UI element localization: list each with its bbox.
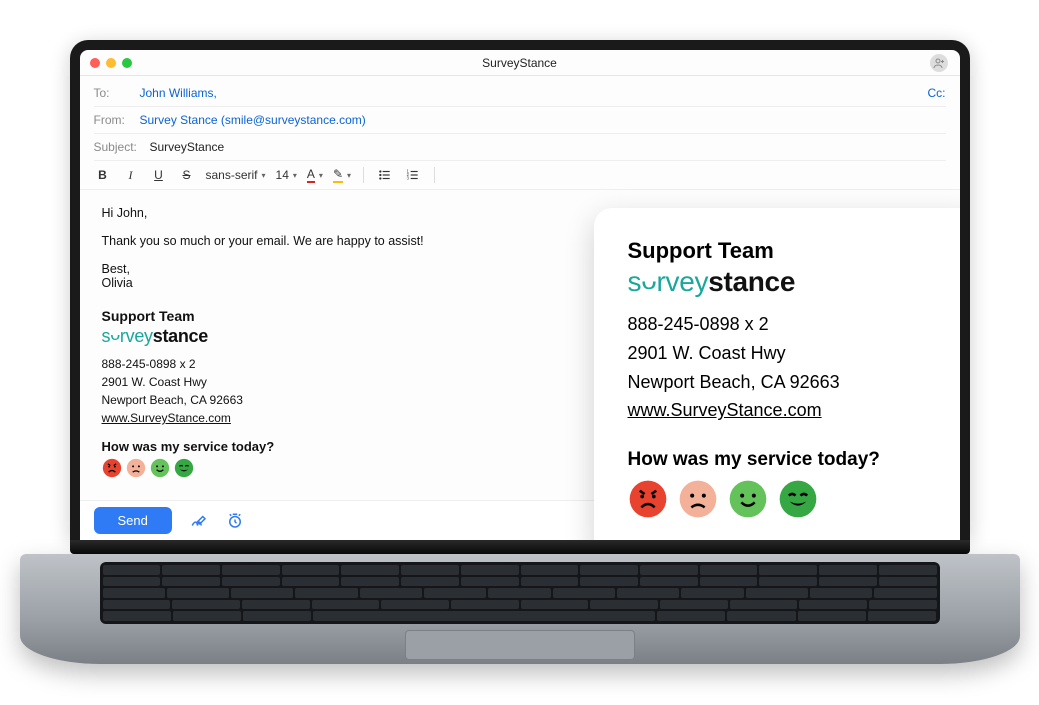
signature-team-name: Support Team [628, 238, 950, 264]
text-color-button[interactable]: A ▾ [307, 167, 323, 183]
signature-address-1: 2901 W. Coast Hwy [628, 339, 950, 368]
very-happy-face-icon[interactable] [778, 479, 818, 522]
from-field-row[interactable]: From: Survey Stance (smile@surveystance.… [94, 107, 946, 134]
signature-contact: 888-245-0898 x 2 2901 W. Coast Hwy Newpo… [628, 310, 950, 425]
svg-text:3: 3 [407, 176, 410, 181]
subject-field-row[interactable]: Subject: SurveyStance [94, 134, 946, 161]
toolbar-separator [434, 167, 435, 183]
text-color-icon: A [307, 167, 315, 183]
subject-label: Subject: [94, 140, 150, 154]
sad-face-icon[interactable] [126, 458, 146, 481]
chevron-down-icon: ▾ [262, 171, 266, 180]
highlight-button[interactable]: ✎ ▾ [333, 167, 351, 183]
to-comma: , [214, 86, 217, 100]
signature-survey-prompt: How was my service today? [628, 449, 950, 471]
underline-button[interactable]: U [150, 166, 168, 184]
signature-icon[interactable] [190, 512, 208, 530]
chevron-down-icon: ▾ [319, 171, 323, 180]
schedule-send-icon[interactable] [226, 512, 244, 530]
send-button[interactable]: Send [94, 507, 172, 534]
numbered-list-button[interactable]: 123 [404, 166, 422, 184]
angry-face-icon[interactable] [628, 479, 668, 522]
font-size-value: 14 [276, 168, 289, 182]
subject-value[interactable]: SurveyStance [150, 140, 225, 154]
strikethrough-button[interactable]: S [178, 166, 196, 184]
italic-button[interactable]: I [122, 166, 140, 184]
bullet-list-button[interactable] [376, 166, 394, 184]
add-contact-icon[interactable] [930, 54, 948, 72]
happy-face-icon[interactable] [728, 479, 768, 522]
font-size-select[interactable]: 14 ▾ [276, 168, 297, 182]
to-field-row[interactable]: To: John Williams , Cc: [94, 80, 946, 107]
cc-button[interactable]: Cc: [928, 86, 946, 100]
signature-survey-faces-large [628, 479, 950, 522]
email-compose-window: SurveyStance To: John Williams , Cc: Fro… [80, 50, 960, 540]
from-label: From: [94, 113, 140, 127]
chevron-down-icon: ▾ [347, 171, 351, 180]
chevron-down-icon: ▾ [293, 171, 297, 180]
sad-face-icon[interactable] [678, 479, 718, 522]
signature-address-2: Newport Beach, CA 92663 [628, 368, 950, 397]
laptop-trackpad [405, 630, 635, 660]
laptop-deck [20, 554, 1020, 664]
signature-website-link[interactable]: www.SurveyStance.com [628, 396, 950, 425]
font-family-select[interactable]: sans-serif ▾ [206, 168, 266, 182]
titlebar: SurveyStance [80, 50, 960, 76]
font-family-value: sans-serif [206, 168, 258, 182]
highlight-icon: ✎ [333, 167, 343, 183]
signature-logo: sᴗrveystance [628, 266, 950, 298]
signature-phone: 888-245-0898 x 2 [628, 310, 950, 339]
to-label: To: [94, 86, 140, 100]
bold-button[interactable]: B [94, 166, 112, 184]
very-happy-face-icon[interactable] [174, 458, 194, 481]
from-value[interactable]: Survey Stance (smile@surveystance.com) [140, 113, 366, 127]
format-toolbar: B I U S sans-serif ▾ 14 ▾ A ▾ ✎ ▾ [80, 161, 960, 190]
window-title: SurveyStance [80, 56, 960, 70]
angry-face-icon[interactable] [102, 458, 122, 481]
to-recipient[interactable]: John Williams [140, 86, 214, 100]
happy-face-icon[interactable] [150, 458, 170, 481]
header-fields: To: John Williams , Cc: From: Survey Sta… [80, 76, 960, 161]
screen-bezel: SurveyStance To: John Williams , Cc: Fro… [70, 40, 970, 540]
toolbar-separator [363, 167, 364, 183]
laptop-keyboard [100, 562, 940, 624]
signature-zoom-card: Support Team sᴗrveystance 888-245-0898 x… [594, 208, 960, 540]
laptop-hinge [70, 540, 970, 554]
laptop-frame: SurveyStance To: John Williams , Cc: Fro… [70, 40, 970, 664]
